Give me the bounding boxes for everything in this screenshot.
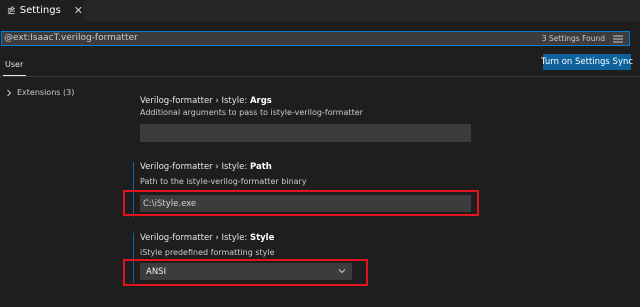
highlight-box — [123, 190, 479, 216]
tree-item-extensions[interactable]: Extensions (3) — [5, 88, 74, 97]
setting-description: iStyle predefined formatting style — [140, 248, 275, 257]
settings-editor: Settings ✕ @ext:IsaacT.verilog-formatter… — [0, 0, 640, 307]
tab-settings[interactable]: Settings ✕ — [0, 0, 83, 21]
tab-user[interactable]: User — [5, 60, 23, 69]
istyle-args-input[interactable] — [140, 124, 471, 142]
setting-description: Path to the istyle-verilog-formatter bin… — [140, 177, 307, 186]
setting-title: Verilog-formatter › Istyle: Style — [140, 233, 275, 243]
tab-bar: Settings ✕ — [0, 0, 640, 21]
filter-list-icon[interactable] — [612, 34, 624, 44]
turn-on-settings-sync-button[interactable]: Turn on Settings Sync — [541, 54, 633, 70]
tree-item-label: Extensions (3) — [17, 88, 75, 97]
search-input[interactable]: @ext:IsaacT.verilog-formatter 3 Settings… — [1, 31, 630, 46]
active-tab-underline — [3, 75, 26, 76]
search-query[interactable]: @ext:IsaacT.verilog-formatter — [4, 33, 138, 43]
chevron-right-icon — [7, 89, 12, 96]
tab-settings-label: Settings — [19, 5, 61, 16]
results-count: 3 Settings Found — [541, 34, 605, 43]
highlight-box — [123, 259, 368, 286]
setting-description: Additional arguments to pass to istyle-v… — [140, 108, 363, 117]
setting-title: Verilog-formatter › Istyle: Args — [140, 96, 272, 106]
settings-file-icon — [7, 6, 15, 14]
close-icon[interactable]: ✕ — [74, 5, 83, 16]
setting-title: Verilog-formatter › Istyle: Path — [140, 162, 272, 172]
